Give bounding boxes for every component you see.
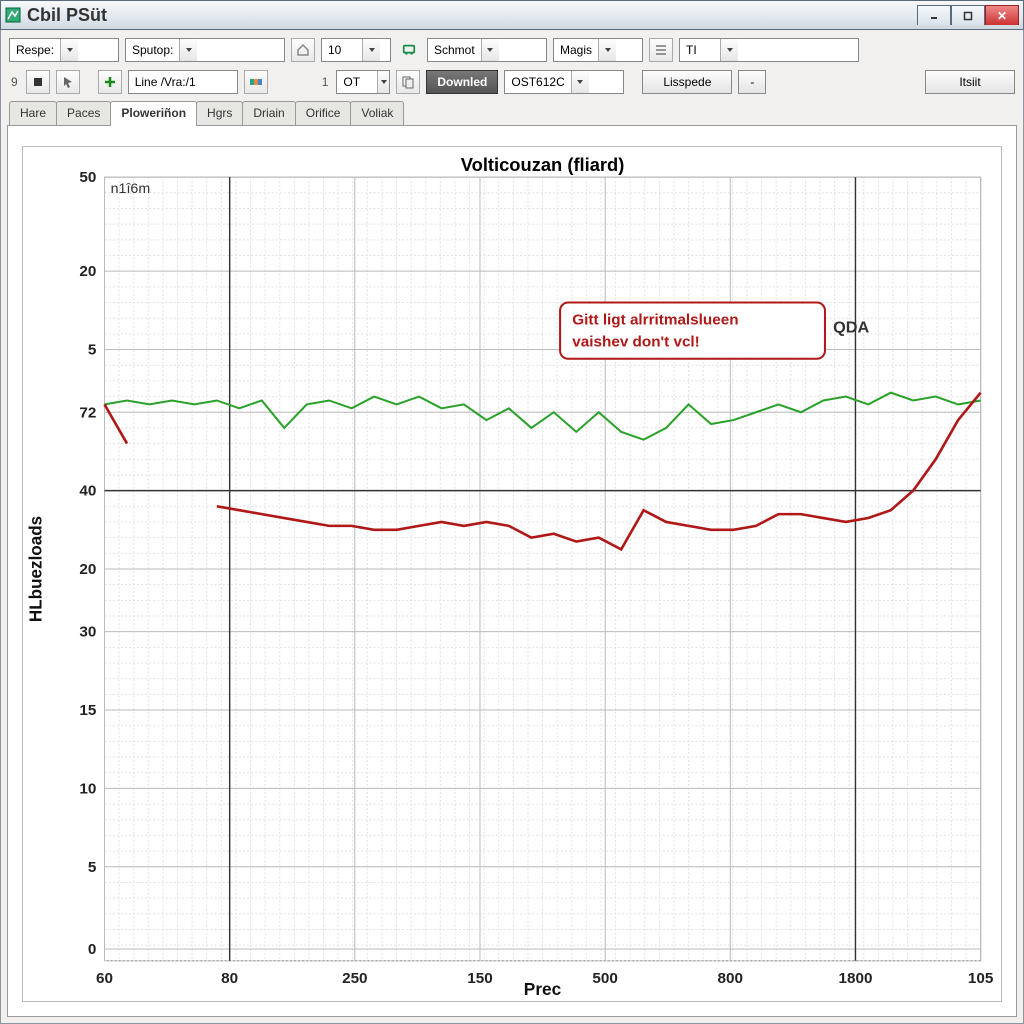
svg-text:800: 800 <box>718 970 743 987</box>
downled-button[interactable]: Downled <box>426 70 498 94</box>
ot-combo[interactable]: OT <box>336 70 390 94</box>
pointer-icon[interactable] <box>56 70 80 94</box>
itsiit-label: Itsiit <box>959 75 980 89</box>
toolbar-1: Respe: Sputop: 10 Schmot Magis TI <box>7 34 1017 66</box>
maximize-button[interactable] <box>951 5 985 25</box>
chevron-down-icon <box>571 71 589 93</box>
svg-text:150: 150 <box>467 970 492 987</box>
svg-text:20: 20 <box>79 561 96 578</box>
tab-paces[interactable]: Paces <box>56 101 111 125</box>
svg-text:20: 20 <box>79 263 96 280</box>
chevron-down-icon <box>179 39 197 61</box>
chart-frame: 5020572402030151050608025015050080018001… <box>22 146 1002 1002</box>
tab-label: Driain <box>253 106 284 120</box>
tab-label: Paces <box>67 106 100 120</box>
svg-text:72: 72 <box>79 404 96 421</box>
svg-text:Prec: Prec <box>524 979 562 999</box>
magis-label: Magis <box>554 43 598 57</box>
svg-text:15: 15 <box>79 702 96 719</box>
tab-hgrs[interactable]: Hgrs <box>196 101 243 125</box>
svg-text:5: 5 <box>88 342 96 359</box>
svg-text:QDA: QDA <box>833 319 870 337</box>
window-title: Cbil PSüt <box>27 5 917 26</box>
svg-text:30: 30 <box>79 624 96 641</box>
svg-text:HLbuezloads: HLbuezloads <box>25 516 45 622</box>
svg-text:n1î6m: n1î6m <box>111 181 151 197</box>
bus-icon[interactable] <box>397 38 421 62</box>
tab-plowerinon[interactable]: Ploweriñon <box>110 101 197 126</box>
chevron-down-icon <box>598 39 616 61</box>
tab-label: Hgrs <box>207 106 232 120</box>
toolbar-2: 9 Line /Vra:/1 1 OT Downled OST612C Liss… <box>7 66 1017 98</box>
svg-text:Volticouzan (fliard): Volticouzan (fliard) <box>461 155 625 175</box>
svg-text:250: 250 <box>342 970 367 987</box>
chevron-down-icon <box>362 39 380 61</box>
ti-combo[interactable]: TI <box>679 38 859 62</box>
dash-button[interactable]: - <box>738 70 766 94</box>
tab-bar: Hare Paces Ploweriñon Hgrs Driain Orific… <box>7 100 1017 126</box>
tab-label: Orifice <box>306 106 341 120</box>
minimize-button[interactable] <box>917 5 951 25</box>
lisspede-label: Lisspede <box>663 75 711 89</box>
chevron-down-icon <box>481 39 499 61</box>
palette-icon[interactable] <box>244 70 268 94</box>
svg-text:Gitt ligt alrritmalslueen: Gitt ligt alrritmalslueen <box>572 312 738 329</box>
downled-label: Downled <box>437 75 487 89</box>
svg-text:40: 40 <box>79 483 96 500</box>
schmot-label: Schmot <box>428 43 481 57</box>
ot-label: OT <box>337 75 377 89</box>
svg-text:500: 500 <box>592 970 617 987</box>
num10-value: 10 <box>322 43 362 57</box>
app-icon <box>5 7 21 23</box>
sputop-combo[interactable]: Sputop: <box>125 38 285 62</box>
chevron-down-icon <box>377 71 389 93</box>
ti-label: TI <box>680 43 720 57</box>
title-bar: Cbil PSüt ✕ <box>0 0 1024 30</box>
ost-combo[interactable]: OST612C <box>504 70 624 94</box>
svg-text:50: 50 <box>79 169 96 186</box>
svg-text:0: 0 <box>88 941 96 958</box>
chevron-down-icon <box>60 39 78 61</box>
tab-label: Voliak <box>361 106 393 120</box>
sputop-label: Sputop: <box>126 43 179 57</box>
line-label: Line /Vra:/1 <box>129 75 202 89</box>
close-button[interactable]: ✕ <box>985 5 1019 25</box>
respe-combo[interactable]: Respe: <box>9 38 119 62</box>
svg-text:1800: 1800 <box>838 970 872 987</box>
app-body: Respe: Sputop: 10 Schmot Magis TI 9 <box>0 30 1024 1024</box>
chevron-down-icon <box>720 39 738 61</box>
num1-label: 1 <box>320 75 331 89</box>
list-icon[interactable] <box>649 38 673 62</box>
window-buttons: ✕ <box>917 5 1019 25</box>
respe-label: Respe: <box>10 43 60 57</box>
spacer <box>274 70 314 94</box>
tab-label: Hare <box>20 106 46 120</box>
num10-combo[interactable]: 10 <box>321 38 391 62</box>
itsiit-button[interactable]: Itsiit <box>925 70 1015 94</box>
svg-text:105: 105 <box>968 970 993 987</box>
plus-icon[interactable] <box>98 70 122 94</box>
tab-driain[interactable]: Driain <box>242 101 295 125</box>
tab-hare[interactable]: Hare <box>9 101 57 125</box>
ost-label: OST612C <box>505 75 570 89</box>
lisspede-button[interactable]: Lisspede <box>642 70 732 94</box>
tab-label: Ploweriñon <box>121 106 186 120</box>
line-combo[interactable]: Line /Vra:/1 <box>128 70 238 94</box>
chart-panel: 5020572402030151050608025015050080018001… <box>7 126 1017 1017</box>
home-icon[interactable] <box>291 38 315 62</box>
svg-text:10: 10 <box>79 781 96 798</box>
tab-voliak[interactable]: Voliak <box>350 101 404 125</box>
tab-orifice[interactable]: Orifice <box>295 101 352 125</box>
svg-text:vaishev don't vcl!: vaishev don't vcl! <box>572 334 699 351</box>
chart-svg[interactable]: 5020572402030151050608025015050080018001… <box>23 147 1001 1001</box>
svg-text:5: 5 <box>88 859 96 876</box>
svg-text:60: 60 <box>96 970 113 987</box>
magis-combo[interactable]: Magis <box>553 38 643 62</box>
copy-icon[interactable] <box>396 70 420 94</box>
dash-label: - <box>750 75 754 89</box>
schmot-combo[interactable]: Schmot <box>427 38 547 62</box>
stop-icon[interactable] <box>26 70 50 94</box>
num9-label: 9 <box>9 75 20 89</box>
svg-text:80: 80 <box>221 970 238 987</box>
